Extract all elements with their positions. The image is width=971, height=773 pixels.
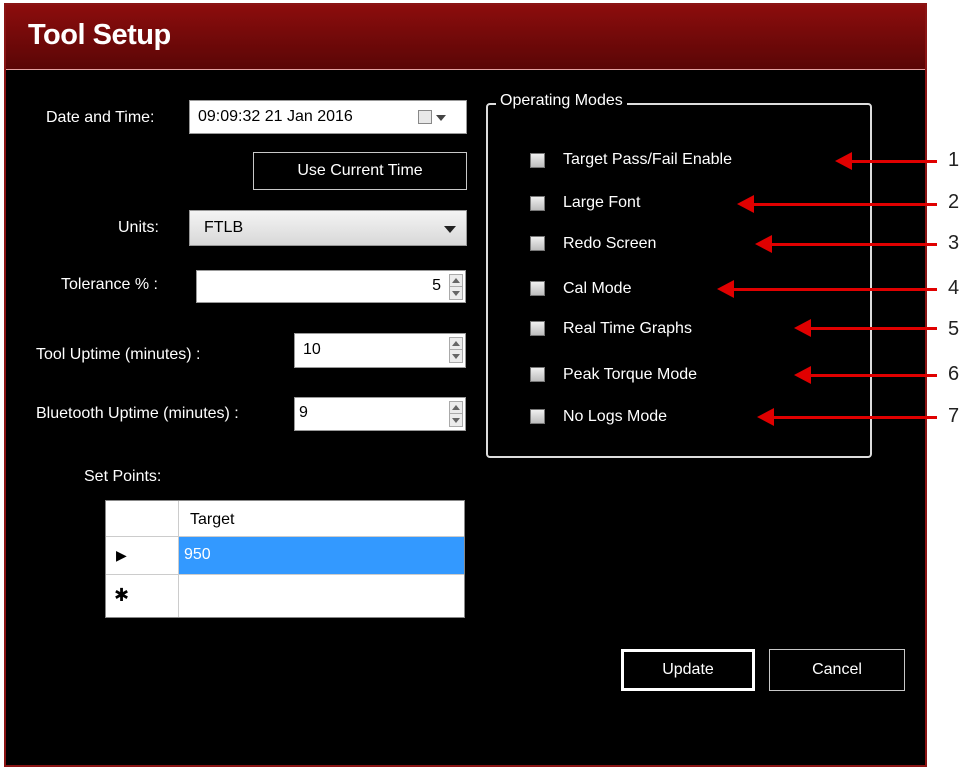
real-time-graphs-label[interactable]: Real Time Graphs: [563, 320, 692, 338]
cal-mode-label[interactable]: Cal Mode: [563, 280, 631, 298]
target-pass-fail-checkbox[interactable]: [530, 153, 545, 168]
no-logs-mode-label[interactable]: No Logs Mode: [563, 408, 667, 426]
grid-corner-header: [106, 501, 179, 537]
no-logs-mode-checkbox[interactable]: [530, 409, 545, 424]
annotation-arrow-1: [835, 152, 937, 170]
date-time-picker[interactable]: 09:09:32 21 Jan 2016: [189, 100, 467, 134]
target-cell[interactable]: 950: [184, 546, 211, 564]
column-header-target[interactable]: Target: [179, 501, 464, 537]
bluetooth-uptime-value: 9: [299, 404, 308, 421]
annotation-arrow-7: [757, 408, 937, 426]
annotation-number: 6: [948, 363, 960, 385]
large-font-label[interactable]: Large Font: [563, 194, 640, 212]
spin-buttons[interactable]: [449, 274, 463, 300]
annotation-arrow-3: [755, 235, 937, 253]
tolerance-label: Tolerance % :: [61, 276, 158, 293]
units-value: FTLB: [204, 219, 244, 236]
cal-mode-checkbox[interactable]: [530, 281, 545, 296]
tool-uptime-label: Tool Uptime (minutes) :: [36, 346, 201, 363]
tolerance-stepper[interactable]: 5: [196, 270, 466, 303]
annotation-number: 1: [948, 149, 960, 171]
tool-uptime-value: 10: [303, 341, 321, 358]
real-time-graphs-checkbox[interactable]: [530, 321, 545, 336]
window-title: Tool Setup: [28, 19, 171, 51]
tool-uptime-stepper[interactable]: 10: [294, 333, 466, 368]
new-row-header[interactable]: ✱: [106, 575, 179, 617]
bluetooth-uptime-stepper[interactable]: 9: [294, 397, 466, 431]
date-time-value: 09:09:32 21 Jan 2016: [198, 108, 353, 125]
new-row-icon: ✱: [114, 585, 130, 605]
annotation-arrow-2: [737, 195, 937, 213]
row-header[interactable]: ▶: [106, 537, 179, 575]
chevron-down-icon[interactable]: [444, 226, 456, 233]
annotation-number: 7: [948, 405, 960, 427]
chevron-down-icon[interactable]: [436, 115, 446, 121]
annotation-arrow-5: [794, 319, 937, 337]
target-pass-fail-label[interactable]: Target Pass/Fail Enable: [563, 151, 732, 169]
update-button[interactable]: Update: [621, 649, 755, 691]
annotation-number: 3: [948, 232, 960, 254]
redo-screen-checkbox[interactable]: [530, 236, 545, 251]
annotation-number: 5: [948, 318, 960, 340]
annotation-number: 4: [948, 277, 960, 299]
title-bar: Tool Setup: [6, 5, 925, 70]
annotation-number: 2: [948, 191, 960, 213]
annotation-arrow-4: [717, 280, 937, 298]
set-points-grid[interactable]: Target ▶ 950 ✱: [105, 500, 465, 618]
bluetooth-uptime-label: Bluetooth Uptime (minutes) :: [36, 405, 239, 422]
date-time-label: Date and Time:: [46, 109, 155, 126]
set-points-label: Set Points:: [84, 468, 162, 485]
large-font-checkbox[interactable]: [530, 196, 545, 211]
current-row-icon: ▶: [116, 547, 127, 563]
new-row-cell[interactable]: [179, 575, 464, 617]
annotation-arrow-6: [794, 366, 937, 384]
operating-modes-title: Operating Modes: [496, 92, 627, 110]
spin-buttons[interactable]: [449, 337, 463, 363]
calendar-icon[interactable]: [418, 110, 432, 124]
cancel-button[interactable]: Cancel: [769, 649, 905, 691]
table-row[interactable]: 950: [179, 537, 464, 575]
tolerance-value: 5: [432, 277, 441, 294]
spin-buttons[interactable]: [449, 401, 463, 427]
peak-torque-mode-label[interactable]: Peak Torque Mode: [563, 366, 697, 384]
units-label: Units:: [118, 219, 159, 236]
use-current-time-button[interactable]: Use Current Time: [253, 152, 467, 190]
peak-torque-mode-checkbox[interactable]: [530, 367, 545, 382]
redo-screen-label[interactable]: Redo Screen: [563, 235, 656, 253]
units-select[interactable]: FTLB: [189, 210, 467, 246]
